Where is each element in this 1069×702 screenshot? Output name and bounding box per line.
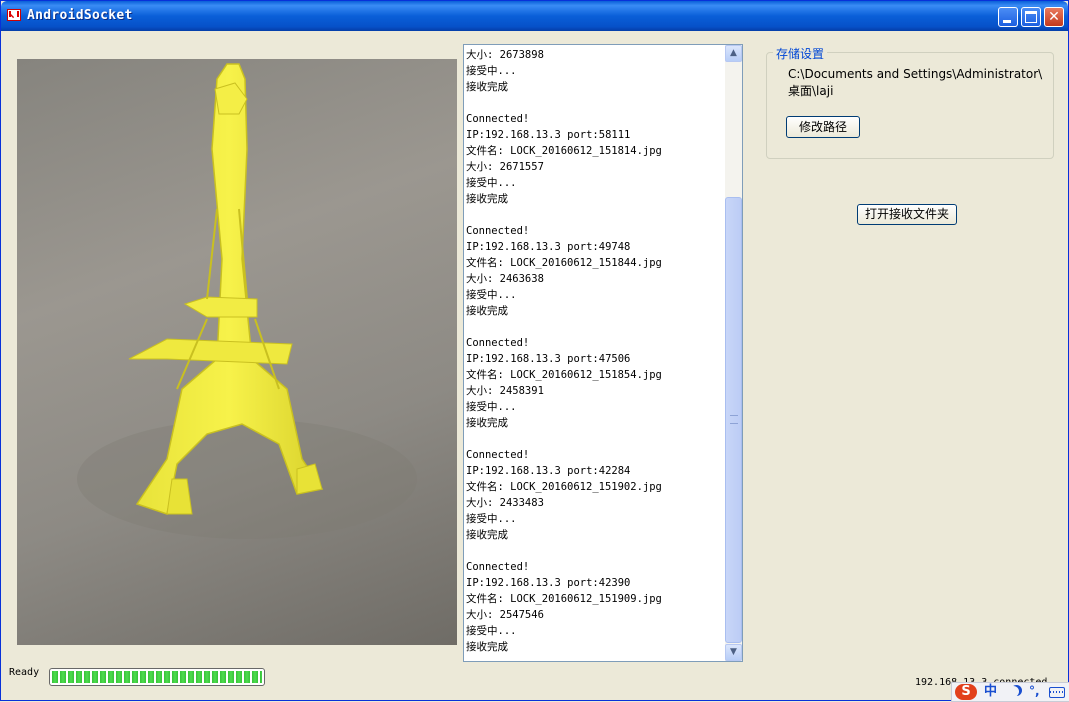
log-line: 接收完成 [466, 305, 508, 317]
scroll-up-button[interactable]: ▲ [725, 45, 742, 62]
log-line: 大小: 2547546 [466, 609, 544, 621]
scroll-down-button[interactable]: ▼ [725, 644, 742, 661]
chevron-up-icon: ▲ [730, 48, 737, 58]
save-path-line-1: C:\Documents and Settings\Administrator\ [788, 67, 1043, 81]
receive-log-textbox[interactable]: 大小: 2673898 接受中... 接收完成 Connected! IP:192.16… [463, 44, 743, 662]
soft-keyboard-icon[interactable] [1049, 687, 1065, 698]
log-line: Connected! [466, 113, 530, 125]
punctuation-toggle[interactable]: °, [1029, 683, 1040, 699]
window-title: AndroidSocket [27, 8, 133, 23]
eiffel-tower-photo [77, 63, 417, 539]
transfer-progress-bar [49, 668, 265, 686]
log-line: 大小: 2458391 [466, 385, 544, 397]
log-line: 文件名: LOCK_20160612_151814.jpg [466, 145, 662, 157]
log-line: 大小: 2673898 [466, 49, 544, 61]
log-line: 接收完成 [466, 529, 508, 541]
log-line: 接受中... [466, 625, 517, 637]
log-line: 接受中... [466, 177, 517, 189]
save-path-text: C:\Documents and Settings\Administrator\… [788, 66, 1048, 100]
log-line: 文件名: LOCK_20160612_151854.jpg [466, 369, 662, 381]
log-line: 接受中... [466, 401, 517, 413]
log-line: 大小: 2433483 [466, 497, 544, 509]
log-line: 大小: 2463638 [466, 273, 544, 285]
storage-settings-group: 存储设置 C:\Documents and Settings\Administr… [766, 45, 1054, 159]
ime-mode-toggle[interactable]: 中 [984, 684, 997, 700]
log-line: IP:192.168.13.3 port:42284 [466, 465, 631, 477]
log-line: IP:192.168.13.3 port:58111 [466, 129, 631, 141]
minimize-button[interactable] [998, 7, 1018, 27]
status-ready-text: Ready [9, 667, 40, 678]
log-line: 接收完成 [466, 641, 508, 653]
log-line: 接受中... [466, 289, 517, 301]
log-scrollbar[interactable]: ▲ ▼ [725, 45, 742, 661]
half-width-moon-icon[interactable] [1008, 686, 1019, 697]
log-line: 接受中... [466, 513, 517, 525]
close-button[interactable]: ✕ [1044, 7, 1064, 27]
log-line: IP:192.168.13.3 port:47506 [466, 353, 631, 365]
maximize-icon [1025, 11, 1037, 23]
log-line: 大小: 2671557 [466, 161, 544, 173]
scroll-thumb[interactable] [725, 197, 742, 643]
log-line: Connected! [466, 449, 530, 461]
log-content: 大小: 2673898 接受中... 接收完成 Connected! IP:192.16… [466, 47, 724, 655]
log-line: 文件名: LOCK_20160612_151902.jpg [466, 481, 662, 493]
sogou-logo-icon[interactable]: S [955, 684, 977, 700]
log-line: IP:192.168.13.3 port:49748 [466, 241, 631, 253]
main-window: AndroidSocket ✕ 大小: 2673898 接受中... 接收完成 Con… [0, 0, 1069, 702]
log-line: IP:192.168.13.3 port:42390 [466, 577, 631, 589]
minimize-icon [1003, 20, 1011, 23]
log-line: 接受中... [466, 65, 517, 77]
log-line: 接收完成 [466, 81, 508, 93]
received-photo-preview [17, 59, 457, 645]
log-line: 接收完成 [466, 193, 508, 205]
log-line: Connected! [466, 561, 530, 573]
progress-fill [52, 671, 262, 683]
log-line: 文件名: LOCK_20160612_151909.jpg [466, 593, 662, 605]
open-receive-folder-button[interactable]: 打开接收文件夹 [857, 204, 957, 225]
save-path-line-2: 桌面\laji [788, 84, 834, 98]
app-envelope-icon [7, 9, 21, 21]
log-line: 文件名: LOCK_20160612_151844.jpg [466, 257, 662, 269]
storage-settings-label: 存储设置 [773, 45, 828, 62]
modify-path-button[interactable]: 修改路径 [786, 116, 860, 138]
log-line: 接收完成 [466, 417, 508, 429]
log-line: Connected! [466, 337, 530, 349]
close-icon: ✕ [1048, 9, 1060, 25]
chevron-down-icon: ▼ [730, 647, 737, 657]
title-bar[interactable]: AndroidSocket ✕ [1, 1, 1068, 31]
log-line: Connected! [466, 225, 530, 237]
maximize-button[interactable] [1021, 7, 1041, 27]
grip-icon [730, 415, 738, 424]
ime-toolbar[interactable]: S 中 °, [951, 682, 1069, 702]
